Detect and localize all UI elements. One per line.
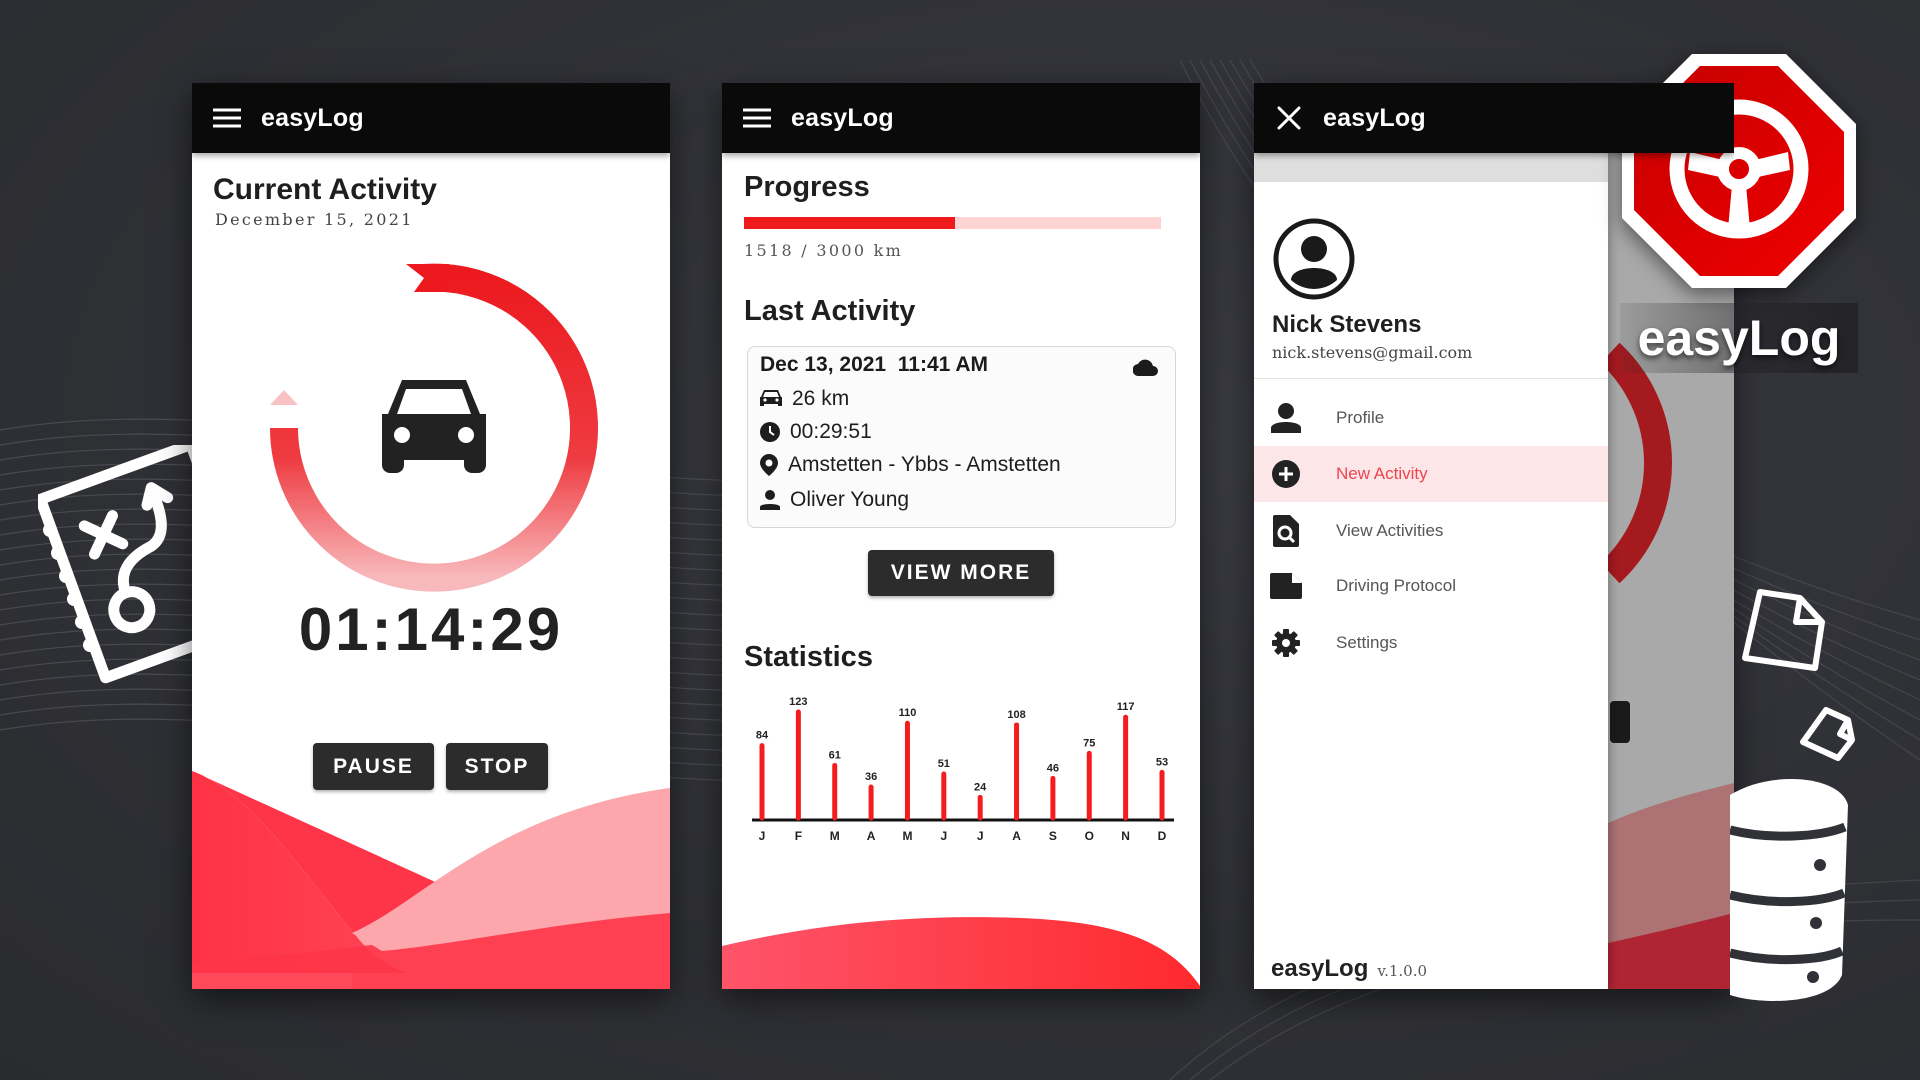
documents-icon xyxy=(1742,589,1855,761)
phone-current-activity: easyLog Current Activity December 15, 20… xyxy=(192,83,670,989)
progress-bar xyxy=(744,217,1161,229)
chart-tick-label: A xyxy=(867,829,876,843)
view-more-button[interactable]: VIEW MORE xyxy=(868,550,1054,596)
activity-datetime: Dec 13, 2021 11:41 AM xyxy=(760,353,989,376)
statistics-chart: 84 J 123 F 61 M 36 A 110 M 51 J 24 J 108 A 46 S 75 O 117 N 53 D xyxy=(752,696,1174,843)
chart-data-label: 36 xyxy=(865,771,877,783)
car-icon xyxy=(382,380,486,473)
clock-icon xyxy=(760,422,780,442)
chart-data-label: 46 xyxy=(1047,762,1059,774)
car-icon xyxy=(760,390,782,406)
stop-button[interactable]: STOP xyxy=(446,743,548,790)
chart-data-label: 108 xyxy=(1007,709,1025,721)
avatar-icon xyxy=(1273,218,1355,300)
progress-heading: Progress xyxy=(744,171,870,203)
drawer-item-label: Settings xyxy=(1336,633,1398,652)
chart-data-label: 75 xyxy=(1083,737,1095,749)
divider xyxy=(1254,378,1608,379)
drawer-item-view-activities[interactable]: View Activities xyxy=(1254,503,1608,559)
drawer-item-settings[interactable]: Settings xyxy=(1254,615,1608,671)
document-search-icon xyxy=(1270,515,1302,547)
chart-data-label: 123 xyxy=(789,696,807,708)
document-icon xyxy=(1270,570,1302,602)
last-activity-heading: Last Activity xyxy=(744,295,916,327)
progress-bar-fill xyxy=(744,217,955,229)
wave-decoration xyxy=(192,771,670,989)
chart-tick-label: D xyxy=(1158,829,1167,843)
footer-version: v.1.0.0 xyxy=(1377,962,1428,980)
cloud-icon xyxy=(1133,359,1158,376)
activity-route-row: Amstetten - Ybbs - Amstetten xyxy=(760,453,1061,477)
app-bar: easyLog xyxy=(722,83,1200,153)
activity-timer: 01:14:29 xyxy=(298,596,564,663)
chart-data-label: 61 xyxy=(829,749,841,761)
footer-app-name: easyLog xyxy=(1271,955,1369,982)
chart-tick-label: M xyxy=(902,829,912,843)
navigation-drawer: Nick Stevens nick.stevens@gmail.com Prof… xyxy=(1254,153,1608,989)
chart-tick-label: O xyxy=(1085,829,1094,843)
chart-tick-label: J xyxy=(977,829,984,843)
drawer-item-profile[interactable]: Profile xyxy=(1254,390,1608,446)
page-title: Current Activity xyxy=(213,173,437,206)
pause-button[interactable]: PAUSE xyxy=(313,743,434,790)
chart-data-label: 53 xyxy=(1156,756,1168,768)
user-email: nick.stevens@gmail.com xyxy=(1272,343,1473,362)
app-title: easyLog xyxy=(791,103,894,132)
app-bar: easyLog xyxy=(192,83,670,153)
brand-label: easyLog xyxy=(1620,303,1858,373)
chart-tick-label: J xyxy=(759,829,766,843)
chart-tick-label: J xyxy=(940,829,947,843)
chart-data-label: 110 xyxy=(899,707,917,719)
activity-duration-row: 00:29:51 xyxy=(760,420,872,444)
add-circle-icon xyxy=(1270,458,1302,490)
chart-tick-label: F xyxy=(795,829,802,843)
hamburger-menu-icon[interactable] xyxy=(742,103,772,133)
notebook-strategy-icon xyxy=(38,445,208,684)
activity-driver: Oliver Young xyxy=(790,488,910,511)
gear-icon xyxy=(1270,627,1302,659)
chart-tick-label: S xyxy=(1049,829,1057,843)
chart-tick-label: A xyxy=(1012,829,1021,843)
statistics-heading: Statistics xyxy=(744,641,873,673)
drawer-item-new-activity[interactable]: New Activity xyxy=(1254,446,1608,502)
drawer-item-label: View Activities xyxy=(1336,521,1444,540)
activity-driver-row: Oliver Young xyxy=(760,488,909,512)
user-name: Nick Stevens xyxy=(1272,311,1422,338)
chart-data-label: 117 xyxy=(1117,701,1135,713)
drawer-footer: easyLog v.1.0.0 xyxy=(1271,955,1427,983)
chart-data-label: 84 xyxy=(756,730,769,742)
drawer-item-label: Profile xyxy=(1336,408,1385,427)
chart-tick-label: N xyxy=(1121,829,1130,843)
hamburger-menu-icon[interactable] xyxy=(212,103,242,133)
progress-label: 1518 / 3000 km xyxy=(744,241,904,260)
app-bar: easyLog xyxy=(1254,83,1734,153)
app-title: easyLog xyxy=(1323,103,1426,132)
drawer-header-strip xyxy=(1254,153,1608,182)
activity-distance: 26 km xyxy=(792,387,850,410)
chart-data-label: 24 xyxy=(974,781,987,793)
drawer-item-driving-protocol[interactable]: Driving Protocol xyxy=(1254,558,1608,614)
activity-distance-row: 26 km xyxy=(760,387,849,411)
drawer-item-label: New Activity xyxy=(1336,464,1428,483)
app-title: easyLog xyxy=(261,103,364,132)
location-pin-icon xyxy=(760,454,778,476)
chart-tick-label: M xyxy=(830,829,840,843)
activity-route: Amstetten - Ybbs - Amstetten xyxy=(788,453,1061,476)
drawer-item-label: Driving Protocol xyxy=(1336,576,1456,595)
brand-name: easyLog xyxy=(1637,310,1841,366)
activity-date: December 15, 2021 xyxy=(215,210,414,229)
database-icon xyxy=(1730,778,1848,1001)
activity-duration: 00:29:51 xyxy=(790,420,872,443)
phone-dashboard: easyLog Progress 1518 / 3000 km Last Act… xyxy=(722,83,1200,989)
wave-decoration xyxy=(722,917,1200,989)
chart-data-label: 51 xyxy=(938,758,950,770)
close-icon[interactable] xyxy=(1274,103,1304,133)
last-activity-card[interactable]: Dec 13, 2021 11:41 AM 26 km 00:29:51 Ams… xyxy=(747,346,1176,528)
person-icon xyxy=(760,490,780,510)
person-icon xyxy=(1270,402,1302,434)
